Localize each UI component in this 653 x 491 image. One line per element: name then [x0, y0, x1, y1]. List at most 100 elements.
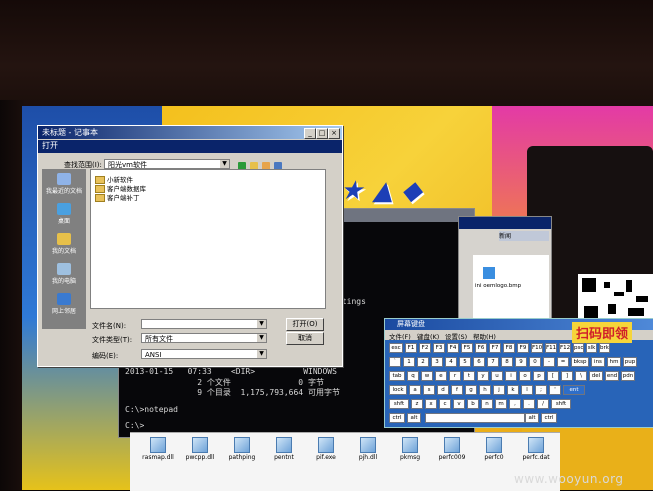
- osk-key[interactable]: 7: [487, 357, 499, 367]
- osk-key[interactable]: 0: [529, 357, 541, 367]
- place-my-documents[interactable]: 我的文档: [42, 231, 86, 259]
- osk-key[interactable]: F1: [405, 343, 417, 353]
- osk-key[interactable]: psc: [573, 343, 584, 353]
- osk-key[interactable]: ': [549, 385, 561, 395]
- osk-key[interactable]: F5: [461, 343, 473, 353]
- osk-key[interactable]: i: [505, 371, 517, 381]
- osk-key[interactable]: 5: [459, 357, 471, 367]
- osk-key[interactable]: l: [521, 385, 533, 395]
- encoding-select[interactable]: ANSI ▼: [141, 349, 267, 359]
- osk-key[interactable]: bksp: [571, 357, 589, 367]
- place-my-computer[interactable]: 我的电脑: [42, 261, 86, 289]
- file-icon-item[interactable]: pwcpp.dll: [180, 435, 220, 461]
- place-network[interactable]: 网上邻居: [42, 291, 86, 319]
- menu-settings[interactable]: 设置(S): [445, 331, 467, 341]
- menu-keyboard[interactable]: 键盘(K): [417, 331, 439, 341]
- file-list[interactable]: 小新软件 客户端数据库 客户端补丁: [90, 169, 326, 309]
- file-icon-item[interactable]: perfc.dat: [516, 435, 556, 461]
- osk-key[interactable]: s: [423, 385, 435, 395]
- osk-key[interactable]: b: [467, 399, 479, 409]
- osk-key[interactable]: F11: [545, 343, 557, 353]
- osk-key[interactable]: k: [507, 385, 519, 395]
- minimize-button[interactable]: _: [304, 128, 316, 139]
- osk-key[interactable]: p: [533, 371, 545, 381]
- osk-spacebar[interactable]: [425, 413, 525, 423]
- osk-key[interactable]: ;: [535, 385, 547, 395]
- osk-key[interactable]: ctrl: [541, 413, 557, 423]
- menu-help[interactable]: 帮助(H): [473, 331, 496, 341]
- file-icon-item[interactable]: perfc0: [474, 435, 514, 461]
- osk-key[interactable]: ent: [563, 385, 585, 395]
- osk-key[interactable]: F10: [531, 343, 543, 353]
- file-icon-item[interactable]: rasmap.dll: [138, 435, 178, 461]
- filetype-select[interactable]: 所有文件 ▼: [141, 333, 267, 343]
- osk-key[interactable]: 8: [501, 357, 513, 367]
- maximize-button[interactable]: □: [316, 128, 328, 139]
- osk-key[interactable]: =: [557, 357, 569, 367]
- osk-key[interactable]: h: [479, 385, 491, 395]
- place-desktop[interactable]: 桌面: [42, 201, 86, 229]
- osk-key[interactable]: slk: [586, 343, 597, 353]
- look-in-combo[interactable]: 阳光vm软件 ▼: [104, 159, 230, 169]
- file-icon-item[interactable]: pkmsg: [390, 435, 430, 461]
- place-recent[interactable]: 我最近的文档: [42, 171, 86, 199]
- osk-key[interactable]: o: [519, 371, 531, 381]
- osk-key[interactable]: F7: [489, 343, 501, 353]
- osk-key[interactable]: 9: [515, 357, 527, 367]
- file-icon-item[interactable]: pjh.dll: [348, 435, 388, 461]
- chevron-down-icon[interactable]: ▼: [220, 160, 229, 168]
- file-icon-item[interactable]: pentnt: [264, 435, 304, 461]
- file-icon-item[interactable]: perfc009: [432, 435, 472, 461]
- osk-key[interactable]: -: [543, 357, 555, 367]
- osk-key[interactable]: ,: [509, 399, 521, 409]
- osk-key[interactable]: v: [453, 399, 465, 409]
- chevron-down-icon[interactable]: ▼: [257, 334, 266, 342]
- osk-key[interactable]: z: [411, 399, 423, 409]
- osk-key[interactable]: F6: [475, 343, 487, 353]
- osk-key[interactable]: pdn: [621, 371, 635, 381]
- osk-key[interactable]: shft: [389, 399, 409, 409]
- osk-key[interactable]: alt: [525, 413, 539, 423]
- osk-key[interactable]: 3: [431, 357, 443, 367]
- osk-key[interactable]: d: [437, 385, 449, 395]
- filename-input[interactable]: ▼: [141, 319, 267, 329]
- osk-key[interactable]: u: [491, 371, 503, 381]
- osk-key[interactable]: w: [421, 371, 433, 381]
- osk-key[interactable]: q: [407, 371, 419, 381]
- osk-key[interactable]: t: [463, 371, 475, 381]
- menu-file[interactable]: 文件(F): [389, 331, 411, 341]
- osk-key[interactable]: \: [575, 371, 587, 381]
- osk-key[interactable]: a: [409, 385, 421, 395]
- osk-key[interactable]: F3: [433, 343, 445, 353]
- osk-key[interactable]: 1: [403, 357, 415, 367]
- osk-key[interactable]: tab: [389, 371, 405, 381]
- osk-key[interactable]: e: [435, 371, 447, 381]
- osk-key[interactable]: ]: [561, 371, 573, 381]
- chevron-down-icon[interactable]: ▼: [257, 350, 266, 358]
- cancel-button[interactable]: 取消: [286, 332, 324, 345]
- osk-key[interactable]: shft: [551, 399, 571, 409]
- osk-key[interactable]: j: [493, 385, 505, 395]
- osk-key[interactable]: .: [523, 399, 535, 409]
- explorer-item-label[interactable]: ini oemlogo.bmp: [475, 283, 521, 289]
- osk-key[interactable]: hm: [607, 357, 621, 367]
- cmd-prompt-line[interactable]: C:\>: [125, 421, 144, 430]
- osk-key[interactable]: F2: [419, 343, 431, 353]
- osk-key[interactable]: g: [465, 385, 477, 395]
- close-button[interactable]: ×: [328, 128, 340, 139]
- osk-key[interactable]: n: [481, 399, 493, 409]
- osk-key[interactable]: f: [451, 385, 463, 395]
- osk-key[interactable]: c: [439, 399, 451, 409]
- osk-key[interactable]: [: [547, 371, 559, 381]
- osk-key[interactable]: /: [537, 399, 549, 409]
- osk-key[interactable]: `: [389, 357, 401, 367]
- osk-key[interactable]: pup: [623, 357, 637, 367]
- osk-key[interactable]: y: [477, 371, 489, 381]
- osk-key[interactable]: F4: [447, 343, 459, 353]
- osk-key[interactable]: brk: [599, 343, 610, 353]
- osk-key[interactable]: ctrl: [389, 413, 405, 423]
- list-item[interactable]: 客户端补丁: [95, 192, 140, 202]
- osk-key[interactable]: ins: [591, 357, 605, 367]
- osk-key[interactable]: x: [425, 399, 437, 409]
- osk-key[interactable]: alt: [407, 413, 421, 423]
